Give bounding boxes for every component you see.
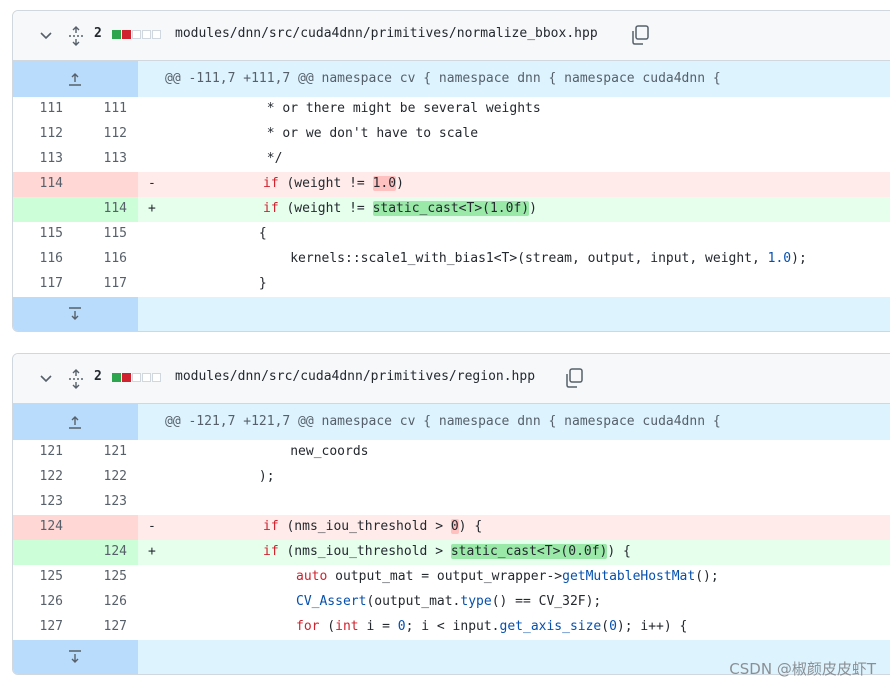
code-text: * or we don't have to scale	[165, 126, 479, 141]
file-header: 2 modules/dnn/src/cuda4dnn/primitives/re…	[13, 354, 890, 404]
diff-line: 123 123	[13, 490, 890, 515]
diff-line: 117 117 }	[13, 272, 890, 297]
code-text: {	[165, 226, 267, 241]
new-line-number[interactable]: 125	[104, 569, 127, 584]
old-line-number[interactable]: 121	[40, 444, 63, 459]
code-text: if (weight != static_cast<T>(1.0f))	[263, 201, 537, 216]
new-line-number[interactable]: 111	[104, 101, 127, 116]
old-line-number[interactable]: 124	[40, 519, 63, 534]
diff-line: 127 127 for (int i = 0; i < input.get_axi…	[13, 615, 890, 640]
expand-down-icon[interactable]	[67, 306, 83, 322]
change-count: 2	[94, 369, 102, 384]
hunk-text: @@ -111,7 +111,7 @@ namespace cv { names…	[165, 71, 721, 86]
old-line-number[interactable]: 113	[40, 151, 63, 166]
deleted-line: 114 - if (weight != 1.0)	[13, 172, 890, 197]
diff-line: 121 121 new_coords	[13, 440, 890, 465]
diff-sign: +	[148, 201, 156, 216]
added-line: 114 + if (weight != static_cast<T>(1.0f))	[13, 197, 890, 222]
expand-up-icon[interactable]	[67, 71, 83, 87]
old-line-number[interactable]: 117	[40, 276, 63, 291]
old-line-number[interactable]: 111	[40, 101, 63, 116]
diff-line: 112 112 * or we don't have to scale	[13, 122, 890, 147]
code-text: CV_Assert(output_mat.type() == CV_32F);	[296, 594, 602, 609]
diff-line: 115 115 {	[13, 222, 890, 247]
diff-line: 116 116 kernels::scale1_with_bias1<T>(str…	[13, 247, 890, 272]
diff-line: 126 126 CV_Assert(output_mat.type() == CV…	[13, 590, 890, 615]
expand-up-icon[interactable]	[67, 414, 83, 430]
diff-file-region: 2 modules/dnn/src/cuda4dnn/primitives/re…	[12, 353, 890, 675]
code-text: auto output_mat = output_wrapper->getMut…	[296, 569, 719, 584]
chevron-down-icon[interactable]	[39, 373, 53, 385]
expand-down-icon[interactable]	[67, 649, 83, 665]
watermark: CSDN @椒颜皮皮虾T	[729, 660, 876, 678]
code-text: if (weight != 1.0)	[263, 176, 404, 191]
chevron-down-icon[interactable]	[39, 30, 53, 42]
new-line-number[interactable]: 113	[104, 151, 127, 166]
new-line-number[interactable]: 123	[104, 494, 127, 509]
old-line-number[interactable]: 122	[40, 469, 63, 484]
old-line-number[interactable]: 115	[40, 226, 63, 241]
new-line-number[interactable]: 115	[104, 226, 127, 241]
new-line-number[interactable]: 122	[104, 469, 127, 484]
new-line-number[interactable]: 126	[104, 594, 127, 609]
old-line-number[interactable]: 125	[40, 569, 63, 584]
diffstat-bar	[112, 373, 161, 382]
copy-icon[interactable]	[630, 24, 650, 46]
unfold-icon[interactable]	[67, 25, 85, 47]
diff-sign: +	[148, 544, 156, 559]
new-line-number[interactable]: 117	[104, 276, 127, 291]
deleted-line: 124 - if (nms_iou_threshold > 0) {	[13, 515, 890, 540]
new-line-number[interactable]: 127	[104, 619, 127, 634]
old-line-number[interactable]: 114	[40, 176, 63, 191]
file-header: 2 modules/dnn/src/cuda4dnn/primitives/no…	[13, 11, 890, 61]
code-text: }	[165, 276, 267, 291]
new-line-number[interactable]: 112	[104, 126, 127, 141]
old-line-number[interactable]: 126	[40, 594, 63, 609]
code-text: kernels::scale1_with_bias1<T>(stream, ou…	[165, 251, 807, 266]
copy-icon[interactable]	[564, 367, 584, 389]
diff-line: 111 111 * or there might be several weigh…	[13, 97, 890, 122]
unfold-icon[interactable]	[67, 368, 85, 390]
code-text: for (int i = 0; i < input.get_axis_size(…	[296, 619, 688, 634]
file-path[interactable]: modules/dnn/src/cuda4dnn/primitives/norm…	[175, 26, 598, 41]
diff-sign: -	[148, 176, 156, 191]
code-text: );	[165, 469, 275, 484]
new-line-number[interactable]: 116	[104, 251, 127, 266]
diff-line: 125 125 auto output_mat = output_wrapper-…	[13, 565, 890, 590]
old-line-number[interactable]: 112	[40, 126, 63, 141]
code-text: new_coords	[165, 444, 369, 459]
code-text: */	[165, 151, 283, 166]
change-count: 2	[94, 26, 102, 41]
added-line: 124 + if (nms_iou_threshold > static_cast…	[13, 540, 890, 565]
new-line-number[interactable]: 124	[104, 544, 127, 559]
hunk-header: @@ -111,7 +111,7 @@ namespace cv { names…	[13, 61, 890, 97]
new-line-number[interactable]: 121	[104, 444, 127, 459]
file-path[interactable]: modules/dnn/src/cuda4dnn/primitives/regi…	[175, 369, 535, 384]
hunk-text: @@ -121,7 +121,7 @@ namespace cv { names…	[165, 414, 721, 429]
code-text: if (nms_iou_threshold > static_cast<T>(0…	[263, 544, 631, 559]
old-line-number[interactable]: 116	[40, 251, 63, 266]
old-line-number[interactable]: 123	[40, 494, 63, 509]
diff-line: 122 122 );	[13, 465, 890, 490]
diffstat-bar	[112, 30, 161, 39]
hunk-header: @@ -121,7 +121,7 @@ namespace cv { names…	[13, 404, 890, 440]
diff-file-normalize-bbox: 2 modules/dnn/src/cuda4dnn/primitives/no…	[12, 10, 890, 332]
diff-line: 113 113 */	[13, 147, 890, 172]
expand-row	[13, 297, 890, 331]
code-text: * or there might be several weights	[165, 101, 541, 116]
code-text: if (nms_iou_threshold > 0) {	[263, 519, 483, 534]
diff-sign: -	[148, 519, 156, 534]
old-line-number[interactable]: 127	[40, 619, 63, 634]
new-line-number[interactable]: 114	[104, 201, 127, 216]
